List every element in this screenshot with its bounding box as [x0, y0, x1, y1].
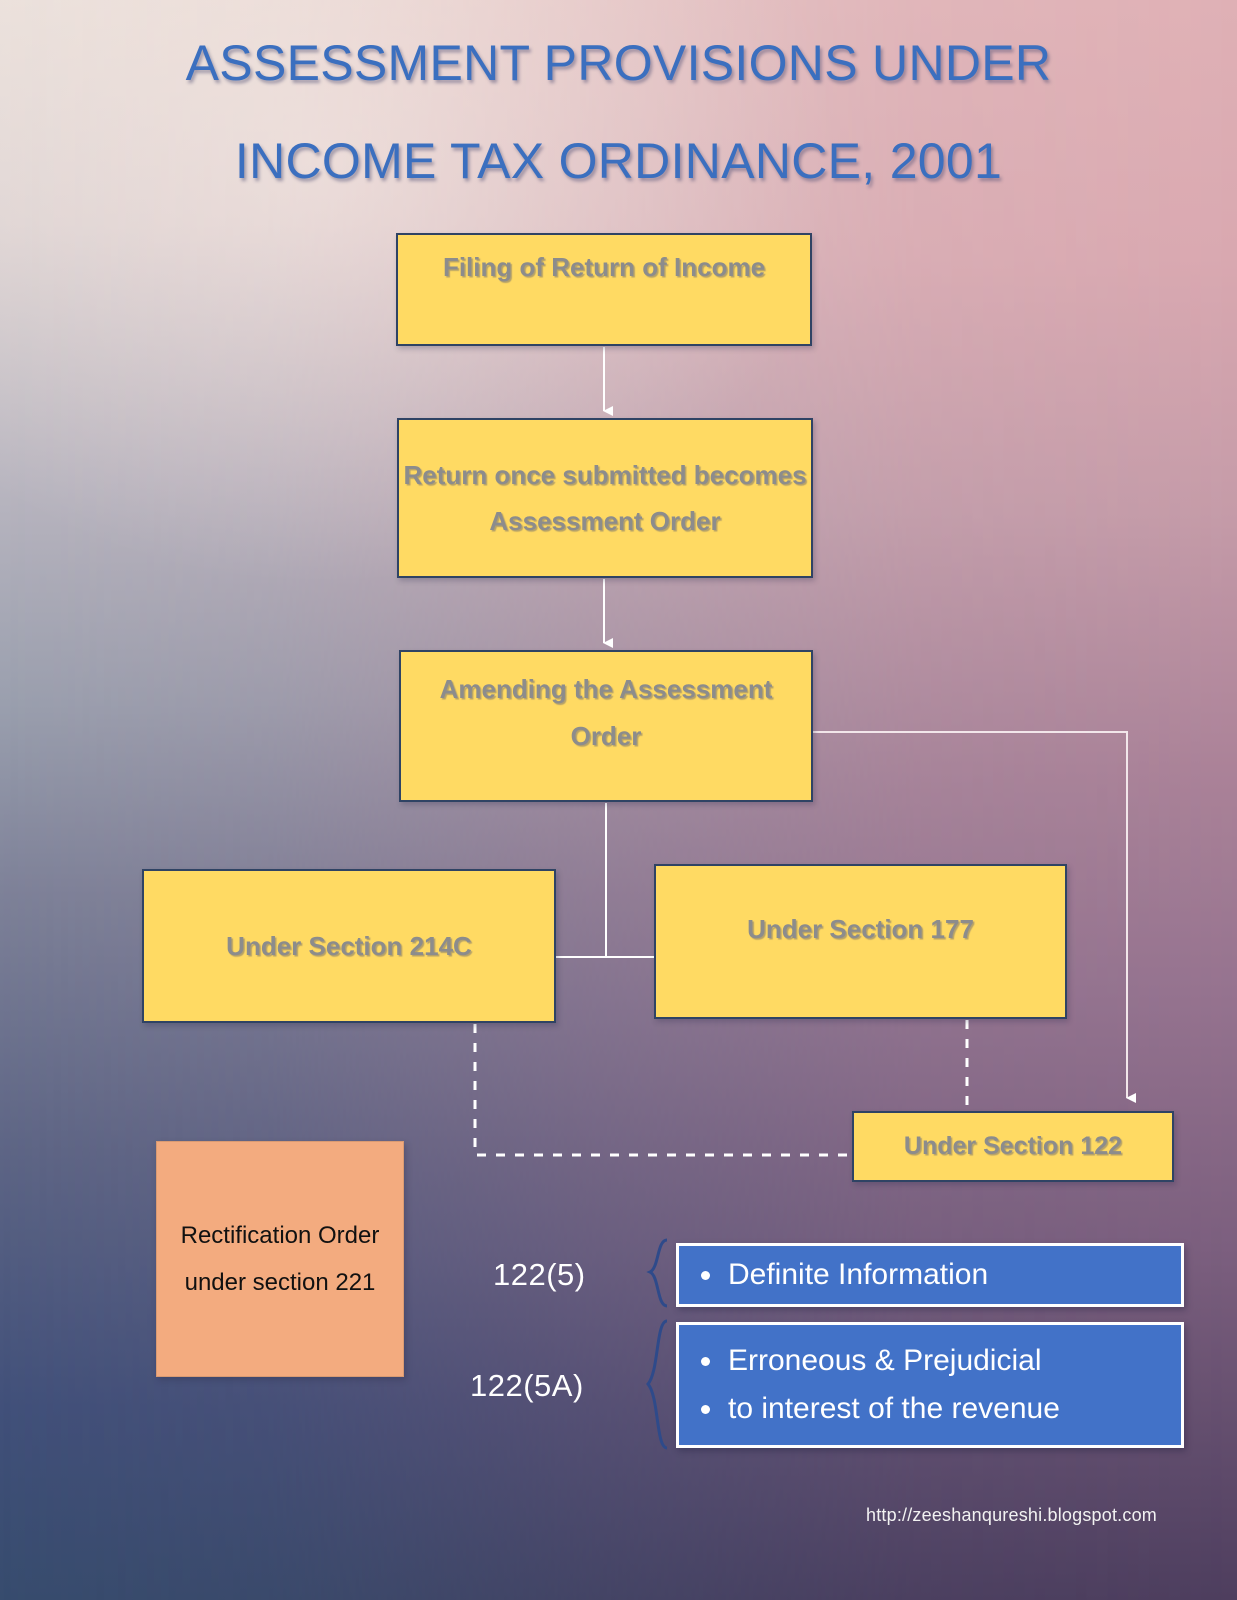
node-rectification-order[interactable]: Rectification Order under section 221 — [156, 1141, 404, 1377]
node-214c-label: Under Section 214C — [226, 930, 472, 961]
bullet-dot-icon — [701, 1356, 710, 1366]
node-amending-assessment-order[interactable]: Amending the Assessment Order — [399, 650, 813, 802]
title-line-1: ASSESSMENT PROVISIONS UNDER — [185, 35, 1052, 91]
node-definite-information[interactable]: Definite Information — [676, 1243, 1184, 1307]
bullet-item: Erroneous & Prejudicial — [695, 1337, 1181, 1385]
bullet-text: Definite Information — [728, 1258, 989, 1291]
node-return-becomes-assessment-order[interactable]: Return once submitted becomes Assessment… — [397, 418, 813, 578]
bullet-dot-icon — [701, 1270, 710, 1280]
bullet-item: to interest of the revenue — [695, 1385, 1181, 1433]
node-under-section-122[interactable]: Under Section 122 — [852, 1111, 1174, 1182]
page-title: ASSESSMENT PROVISIONS UNDER INCOME TAX O… — [0, 14, 1237, 210]
bullet-dot-icon — [701, 1404, 710, 1414]
footer-blog-url[interactable]: http://zeeshanqureshi.blogspot.com — [866, 1505, 1157, 1526]
node-filing-of-return[interactable]: Filing of Return of Income — [396, 233, 812, 346]
label-122-5: 122(5) — [493, 1257, 586, 1292]
node-amending-label: Amending the Assessment Order — [439, 674, 773, 751]
node-return-label: Return once submitted becomes Assessment… — [403, 460, 807, 536]
node-122-label: Under Section 122 — [903, 1132, 1123, 1160]
node-under-section-214c[interactable]: Under Section 214C — [142, 869, 556, 1023]
bullet-item: Definite Information — [695, 1251, 1181, 1299]
node-rectification-label: Rectification Order under section 221 — [180, 1222, 380, 1296]
bullet-text: Erroneous & Prejudicial — [728, 1344, 1042, 1377]
title-line-2: INCOME TAX ORDINANCE, 2001 — [234, 133, 1003, 189]
node-177-label: Under Section 177 — [747, 914, 974, 944]
bullet-text: to interest of the revenue — [728, 1392, 1060, 1425]
node-under-section-177[interactable]: Under Section 177 — [654, 864, 1067, 1019]
label-122-5a: 122(5A) — [470, 1368, 584, 1403]
node-filing-label: Filing of Return of Income — [442, 252, 766, 282]
node-erroneous-prejudicial[interactable]: Erroneous & Prejudicial to interest of t… — [676, 1322, 1184, 1448]
diagram-canvas: ASSESSMENT PROVISIONS UNDER INCOME TAX O… — [0, 0, 1237, 1600]
